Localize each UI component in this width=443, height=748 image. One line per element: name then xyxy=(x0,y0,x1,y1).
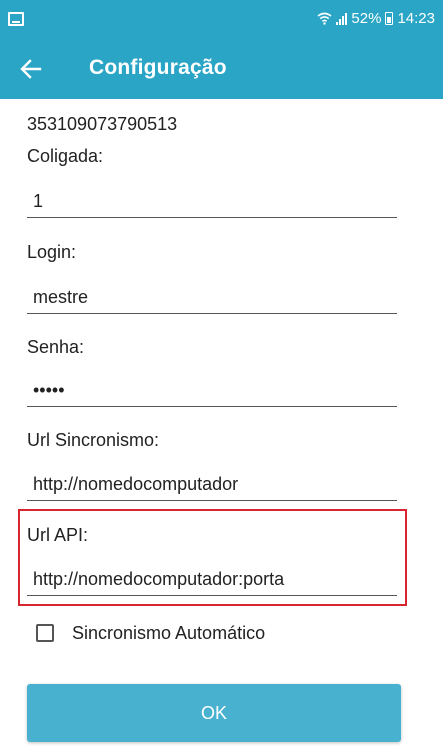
page-title: Configuração xyxy=(89,56,227,79)
status-time: 14:23 xyxy=(397,10,435,27)
app-bar: Configuração xyxy=(0,40,443,99)
ok-button[interactable]: OK xyxy=(27,684,401,742)
battery-icon xyxy=(385,12,394,25)
status-bar: 52% 14:23 xyxy=(0,0,443,40)
wifi-icon xyxy=(317,12,332,25)
battery-percent: 52% xyxy=(351,10,382,27)
login-label: Login: xyxy=(27,242,77,262)
senha-label: Senha: xyxy=(27,337,85,357)
signal-icon xyxy=(336,12,348,25)
url-api-field[interactable] xyxy=(27,564,397,596)
coligada-label: Coligada: xyxy=(27,146,104,166)
auto-sync-label[interactable]: Sincronismo Automático xyxy=(72,623,265,644)
senha-field[interactable] xyxy=(27,375,397,407)
url-api-label: Url API: xyxy=(27,525,89,545)
url-sincronismo-field[interactable] xyxy=(27,469,397,501)
login-field[interactable] xyxy=(27,282,397,314)
status-right: 52% 14:23 xyxy=(317,10,435,27)
arrow-left-icon[interactable] xyxy=(20,58,42,80)
device-id: 353109073790513 xyxy=(27,114,178,134)
screenshot-icon xyxy=(8,12,24,26)
url-sincronismo-label: Url Sincronismo: xyxy=(27,430,160,450)
coligada-field[interactable] xyxy=(27,186,397,218)
auto-sync-checkbox[interactable] xyxy=(36,624,54,642)
